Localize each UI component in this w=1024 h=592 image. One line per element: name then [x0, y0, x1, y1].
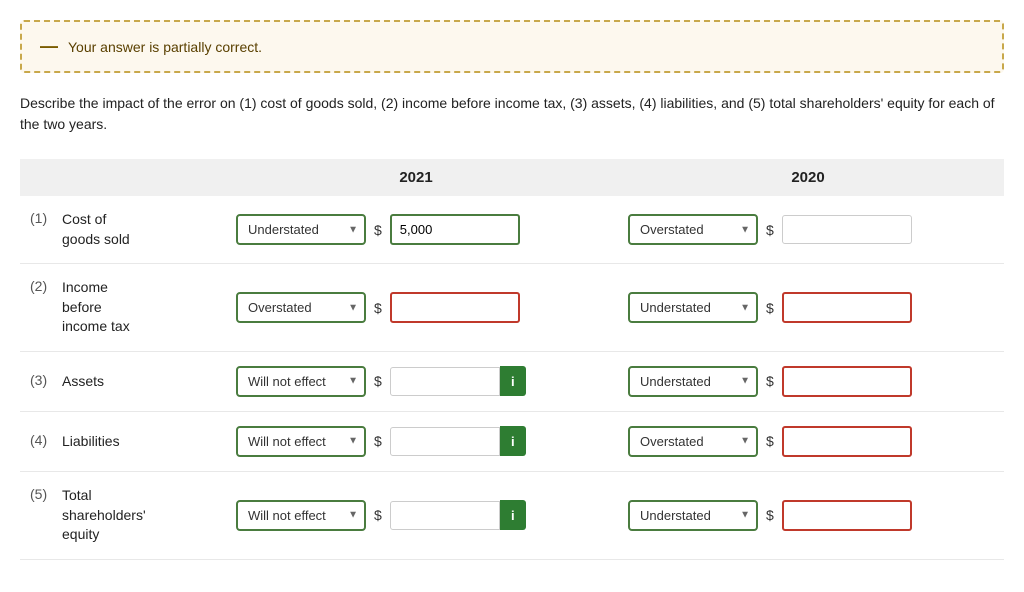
row-4-2020-select-wrapper: Understated Overstated Will not effect ▼: [628, 426, 758, 457]
row-3-2021-select[interactable]: Understated Overstated Will not effect: [236, 366, 366, 397]
row-5-name: Totalshareholders'equity: [62, 486, 146, 545]
row-5-2020-select[interactable]: Understated Overstated Will not effect: [628, 500, 758, 531]
row-1-num: (1): [30, 210, 52, 226]
row-2-2021-amount[interactable]: [390, 292, 520, 323]
dollar-sign: $: [374, 300, 382, 316]
row-1-2020-select[interactable]: Understated Overstated Will not effect: [628, 214, 758, 245]
table-header: 2021 2020: [20, 159, 1004, 196]
row-1-2021-amount[interactable]: [390, 214, 520, 245]
dollar-sign: $: [374, 433, 382, 449]
row-3-2020-select[interactable]: Understated Overstated Will not effect: [628, 366, 758, 397]
row-1-2021-select[interactable]: Understated Overstated Will not effect: [236, 214, 366, 245]
row-4-2020-select[interactable]: Understated Overstated Will not effect: [628, 426, 758, 457]
row-2-2021-select-wrapper: Understated Overstated Will not effect ▼: [236, 292, 366, 323]
row-2-2021-select[interactable]: Understated Overstated Will not effect: [236, 292, 366, 323]
row-1-2020-amount[interactable]: [782, 215, 912, 244]
row-2-2020-select-wrapper: Understated Overstated Will not effect ▼: [628, 292, 758, 323]
row-4-2021-input-group: i: [390, 426, 526, 456]
row-3-2020-amount[interactable]: [782, 366, 912, 397]
row-1-2020-select-wrapper: Understated Overstated Will not effect ▼: [628, 214, 758, 245]
row-1-2020-inputs: Understated Overstated Will not effect ▼…: [612, 214, 1004, 245]
row-5-2020-select-wrapper: Understated Overstated Will not effect ▼: [628, 500, 758, 531]
row-1-name: Cost ofgoods sold: [62, 210, 130, 249]
info-button[interactable]: i: [500, 426, 526, 456]
row-5-2021-select[interactable]: Understated Overstated Will not effect: [236, 500, 366, 531]
table-row: (2) Incomebeforeincome tax Understated O…: [20, 264, 1004, 352]
row-5-2020-amount[interactable]: [782, 500, 912, 531]
row-5-2021-select-wrapper: Understated Overstated Will not effect ▼: [236, 500, 366, 531]
row-3-2021-inputs: Understated Overstated Will not effect ▼…: [220, 366, 612, 397]
row-5-2021-inputs: Understated Overstated Will not effect ▼…: [220, 500, 612, 531]
alert-banner: — Your answer is partially correct.: [20, 20, 1004, 73]
dollar-sign: $: [766, 373, 774, 389]
row-3-2021-amount[interactable]: [390, 367, 500, 396]
alert-icon: —: [40, 36, 58, 57]
row-3-2021-input-group: i: [390, 366, 526, 396]
row-5-num: (5): [30, 486, 52, 502]
row-1-label: (1) Cost ofgoods sold: [20, 210, 220, 249]
row-3-2020-select-wrapper: Understated Overstated Will not effect ▼: [628, 366, 758, 397]
description-text: Describe the impact of the error on (1) …: [20, 93, 1004, 135]
row-4-2021-select[interactable]: Understated Overstated Will not effect: [236, 426, 366, 457]
dollar-sign: $: [374, 507, 382, 523]
row-1-2021-select-wrapper: Understated Overstated Will not effect ▼: [236, 214, 366, 245]
row-4-name: Liabilities: [62, 432, 120, 452]
row-2-label: (2) Incomebeforeincome tax: [20, 278, 220, 337]
row-4-2021-inputs: Understated Overstated Will not effect ▼…: [220, 426, 612, 457]
dollar-sign: $: [766, 300, 774, 316]
row-3-2021-select-wrapper: Understated Overstated Will not effect ▼: [236, 366, 366, 397]
row-4-2021-amount[interactable]: [390, 427, 500, 456]
table-row: (3) Assets Understated Overstated Will n…: [20, 352, 1004, 412]
dollar-sign: $: [374, 222, 382, 238]
row-5-2021-amount[interactable]: [390, 501, 500, 530]
row-1-2021-inputs: Understated Overstated Will not effect ▼…: [220, 214, 612, 245]
row-2-2021-inputs: Understated Overstated Will not effect ▼…: [220, 292, 612, 323]
info-button[interactable]: i: [500, 500, 526, 530]
alert-text: Your answer is partially correct.: [68, 39, 262, 55]
main-table: 2021 2020 (1) Cost ofgoods sold Understa…: [20, 159, 1004, 560]
row-2-name: Incomebeforeincome tax: [62, 278, 130, 337]
table-row: (4) Liabilities Understated Overstated W…: [20, 412, 1004, 472]
row-4-label: (4) Liabilities: [20, 432, 220, 452]
row-2-num: (2): [30, 278, 52, 294]
dollar-sign: $: [766, 222, 774, 238]
row-2-2020-select[interactable]: Understated Overstated Will not effect: [628, 292, 758, 323]
row-3-name: Assets: [62, 372, 104, 392]
row-2-2020-inputs: Understated Overstated Will not effect ▼…: [612, 292, 1004, 323]
row-5-2020-inputs: Understated Overstated Will not effect ▼…: [612, 500, 1004, 531]
row-3-2020-inputs: Understated Overstated Will not effect ▼…: [612, 366, 1004, 397]
dollar-sign: $: [766, 433, 774, 449]
header-year-2021: 2021: [220, 169, 612, 186]
table-row: (1) Cost ofgoods sold Understated Overst…: [20, 196, 1004, 264]
header-year-2020: 2020: [612, 169, 1004, 186]
row-5-2021-input-group: i: [390, 500, 526, 530]
dollar-sign: $: [766, 507, 774, 523]
row-5-label: (5) Totalshareholders'equity: [20, 486, 220, 545]
row-4-2021-select-wrapper: Understated Overstated Will not effect ▼: [236, 426, 366, 457]
header-label-col: [20, 169, 220, 186]
row-3-label: (3) Assets: [20, 372, 220, 392]
info-button[interactable]: i: [500, 366, 526, 396]
row-2-2020-amount[interactable]: [782, 292, 912, 323]
row-4-2020-inputs: Understated Overstated Will not effect ▼…: [612, 426, 1004, 457]
dollar-sign: $: [374, 373, 382, 389]
row-4-num: (4): [30, 432, 52, 448]
table-row: (5) Totalshareholders'equity Understated…: [20, 472, 1004, 560]
row-4-2020-amount[interactable]: [782, 426, 912, 457]
row-3-num: (3): [30, 372, 52, 388]
